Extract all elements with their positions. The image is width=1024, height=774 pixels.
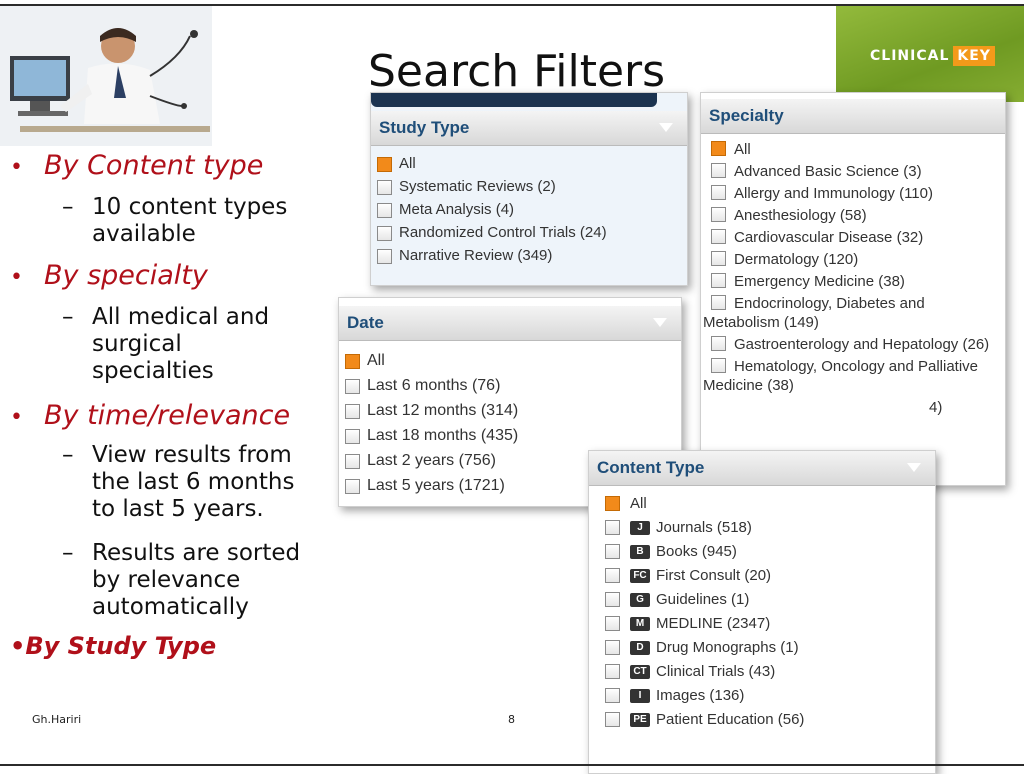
sub-bullet: – All medical and surgical specialties [62,304,270,384]
filter-option[interactable]: Cardiovascular Disease (32) [703,228,1005,247]
filter-option[interactable]: Last 6 months (76) [345,376,681,395]
filter-option[interactable]: B Books (945) [605,542,935,561]
filter-option[interactable]: Meta Analysis (4) [377,200,687,219]
filter-option[interactable]: Gastroenterology and Hepatology (26) [703,335,1005,354]
filter-option[interactable]: Advanced Basic Science (3) [703,162,1005,181]
checkbox-checked[interactable] [377,157,392,172]
checkbox[interactable] [605,616,620,631]
checkbox[interactable] [711,273,726,288]
checkbox[interactable] [377,226,392,241]
checkbox[interactable] [605,664,620,679]
slide-title: Search Filters [368,46,666,97]
collapse-arrow-icon[interactable] [653,318,667,327]
page-number: 8 [508,713,515,726]
books-icon: B [630,544,650,559]
checkbox[interactable] [377,203,392,218]
filter-option[interactable]: All [345,351,681,370]
content-type-panel: Content Type All J Journals (518) B Books … [588,450,936,774]
checkbox[interactable] [605,688,620,703]
filter-option[interactable]: All [377,154,687,173]
collapse-arrow-icon[interactable] [907,463,921,472]
filter-option[interactable]: Last 12 months (314) [345,401,681,420]
checkbox[interactable] [605,712,620,727]
bullet-time-relevance: • By time/relevance [10,400,291,431]
bullet-study-type: •By Study Type [10,632,217,660]
study-type-header[interactable]: Study Type [371,111,687,146]
bullet-content-type: • By Content type [10,150,264,181]
patient-education-icon: PE [630,712,650,727]
checkbox[interactable] [711,295,726,310]
medline-icon: M [630,616,650,631]
journals-icon: J [630,520,650,535]
filter-option[interactable]: All [703,140,1005,159]
checkbox[interactable] [711,251,726,266]
checkbox[interactable] [377,180,392,195]
checkbox[interactable] [711,336,726,351]
checkbox[interactable] [711,207,726,222]
checkbox-checked[interactable] [711,141,726,156]
filter-option[interactable]: J Journals (518) [605,518,935,537]
date-header[interactable]: Date [339,306,681,341]
filter-option[interactable]: Last 18 months (435) [345,426,681,445]
filter-option[interactable]: PE Patient Education (56) [605,710,935,729]
man-at-computer-photo [0,6,212,146]
checkbox[interactable] [605,640,620,655]
checkbox-checked[interactable] [345,354,360,369]
filter-option[interactable]: Dermatology (120) [703,250,1005,269]
filter-option[interactable]: Anesthesiology (58) [703,206,1005,225]
checkbox[interactable] [345,454,360,469]
filter-option[interactable]: Hematology, Oncology and Palliative Medi… [703,357,1005,395]
brand-name: CLINICAL [870,48,950,64]
sub-bullet: – View results from the last 6 months to … [62,442,295,522]
checkbox[interactable] [605,568,620,583]
sub-bullet: – Results are sorted by relevance automat… [62,540,301,620]
filter-option[interactable]: G Guidelines (1) [605,590,935,609]
checkbox-checked[interactable] [605,496,620,511]
checkbox[interactable] [711,185,726,200]
filter-option-partial[interactable]: 4) [703,398,1005,417]
checkbox[interactable] [605,592,620,607]
study-type-panel: Study Type All Systematic Reviews (2) Me… [370,92,688,286]
filter-option[interactable]: Emergency Medicine (38) [703,272,1005,291]
checkbox[interactable] [345,379,360,394]
checkbox[interactable] [345,479,360,494]
filter-option[interactable]: All [605,494,935,513]
clinical-trials-icon: CT [630,664,650,679]
filter-option[interactable]: Allergy and Immunology (110) [703,184,1005,203]
filter-option[interactable]: CT Clinical Trials (43) [605,662,935,681]
sub-bullet: –10 content types available [62,194,288,247]
bullet-specialty: • By specialty [10,260,208,291]
content-type-header[interactable]: Content Type [589,451,935,486]
checkbox[interactable] [605,544,620,559]
filter-option[interactable]: Randomized Control Trials (24) [377,223,687,242]
specialty-panel: Specialty All Advanced Basic Science (3)… [700,92,1006,486]
filter-option[interactable]: Narrative Review (349) [377,246,687,265]
guidelines-icon: G [630,592,650,607]
filter-option[interactable]: Endocrinology, Diabetes and Metabolism (… [703,294,1005,332]
checkbox[interactable] [377,249,392,264]
footer-author: Gh.Hariri [32,713,82,726]
filter-option[interactable]: Systematic Reviews (2) [377,177,687,196]
specialty-header[interactable]: Specialty [701,99,1005,134]
drug-monographs-icon: D [630,640,650,655]
checkbox[interactable] [345,404,360,419]
collapse-arrow-icon[interactable] [659,123,673,132]
checkbox[interactable] [711,163,726,178]
checkbox[interactable] [345,429,360,444]
slide: Search Filters CLINICAL KEY • By Content … [0,0,1024,774]
brand-key-badge: KEY [953,46,995,66]
first-consult-icon: FC [630,568,650,583]
filter-option[interactable]: I Images (136) [605,686,935,705]
clinical-key-logo: CLINICAL KEY [836,6,1024,102]
filter-option[interactable]: M MEDLINE (2347) [605,614,935,633]
filter-option[interactable]: FC First Consult (20) [605,566,935,585]
slide-bottom-border [0,764,1024,766]
checkbox[interactable] [711,358,726,373]
checkbox[interactable] [711,229,726,244]
filter-option[interactable]: D Drug Monographs (1) [605,638,935,657]
checkbox[interactable] [605,520,620,535]
images-icon: I [630,688,650,703]
